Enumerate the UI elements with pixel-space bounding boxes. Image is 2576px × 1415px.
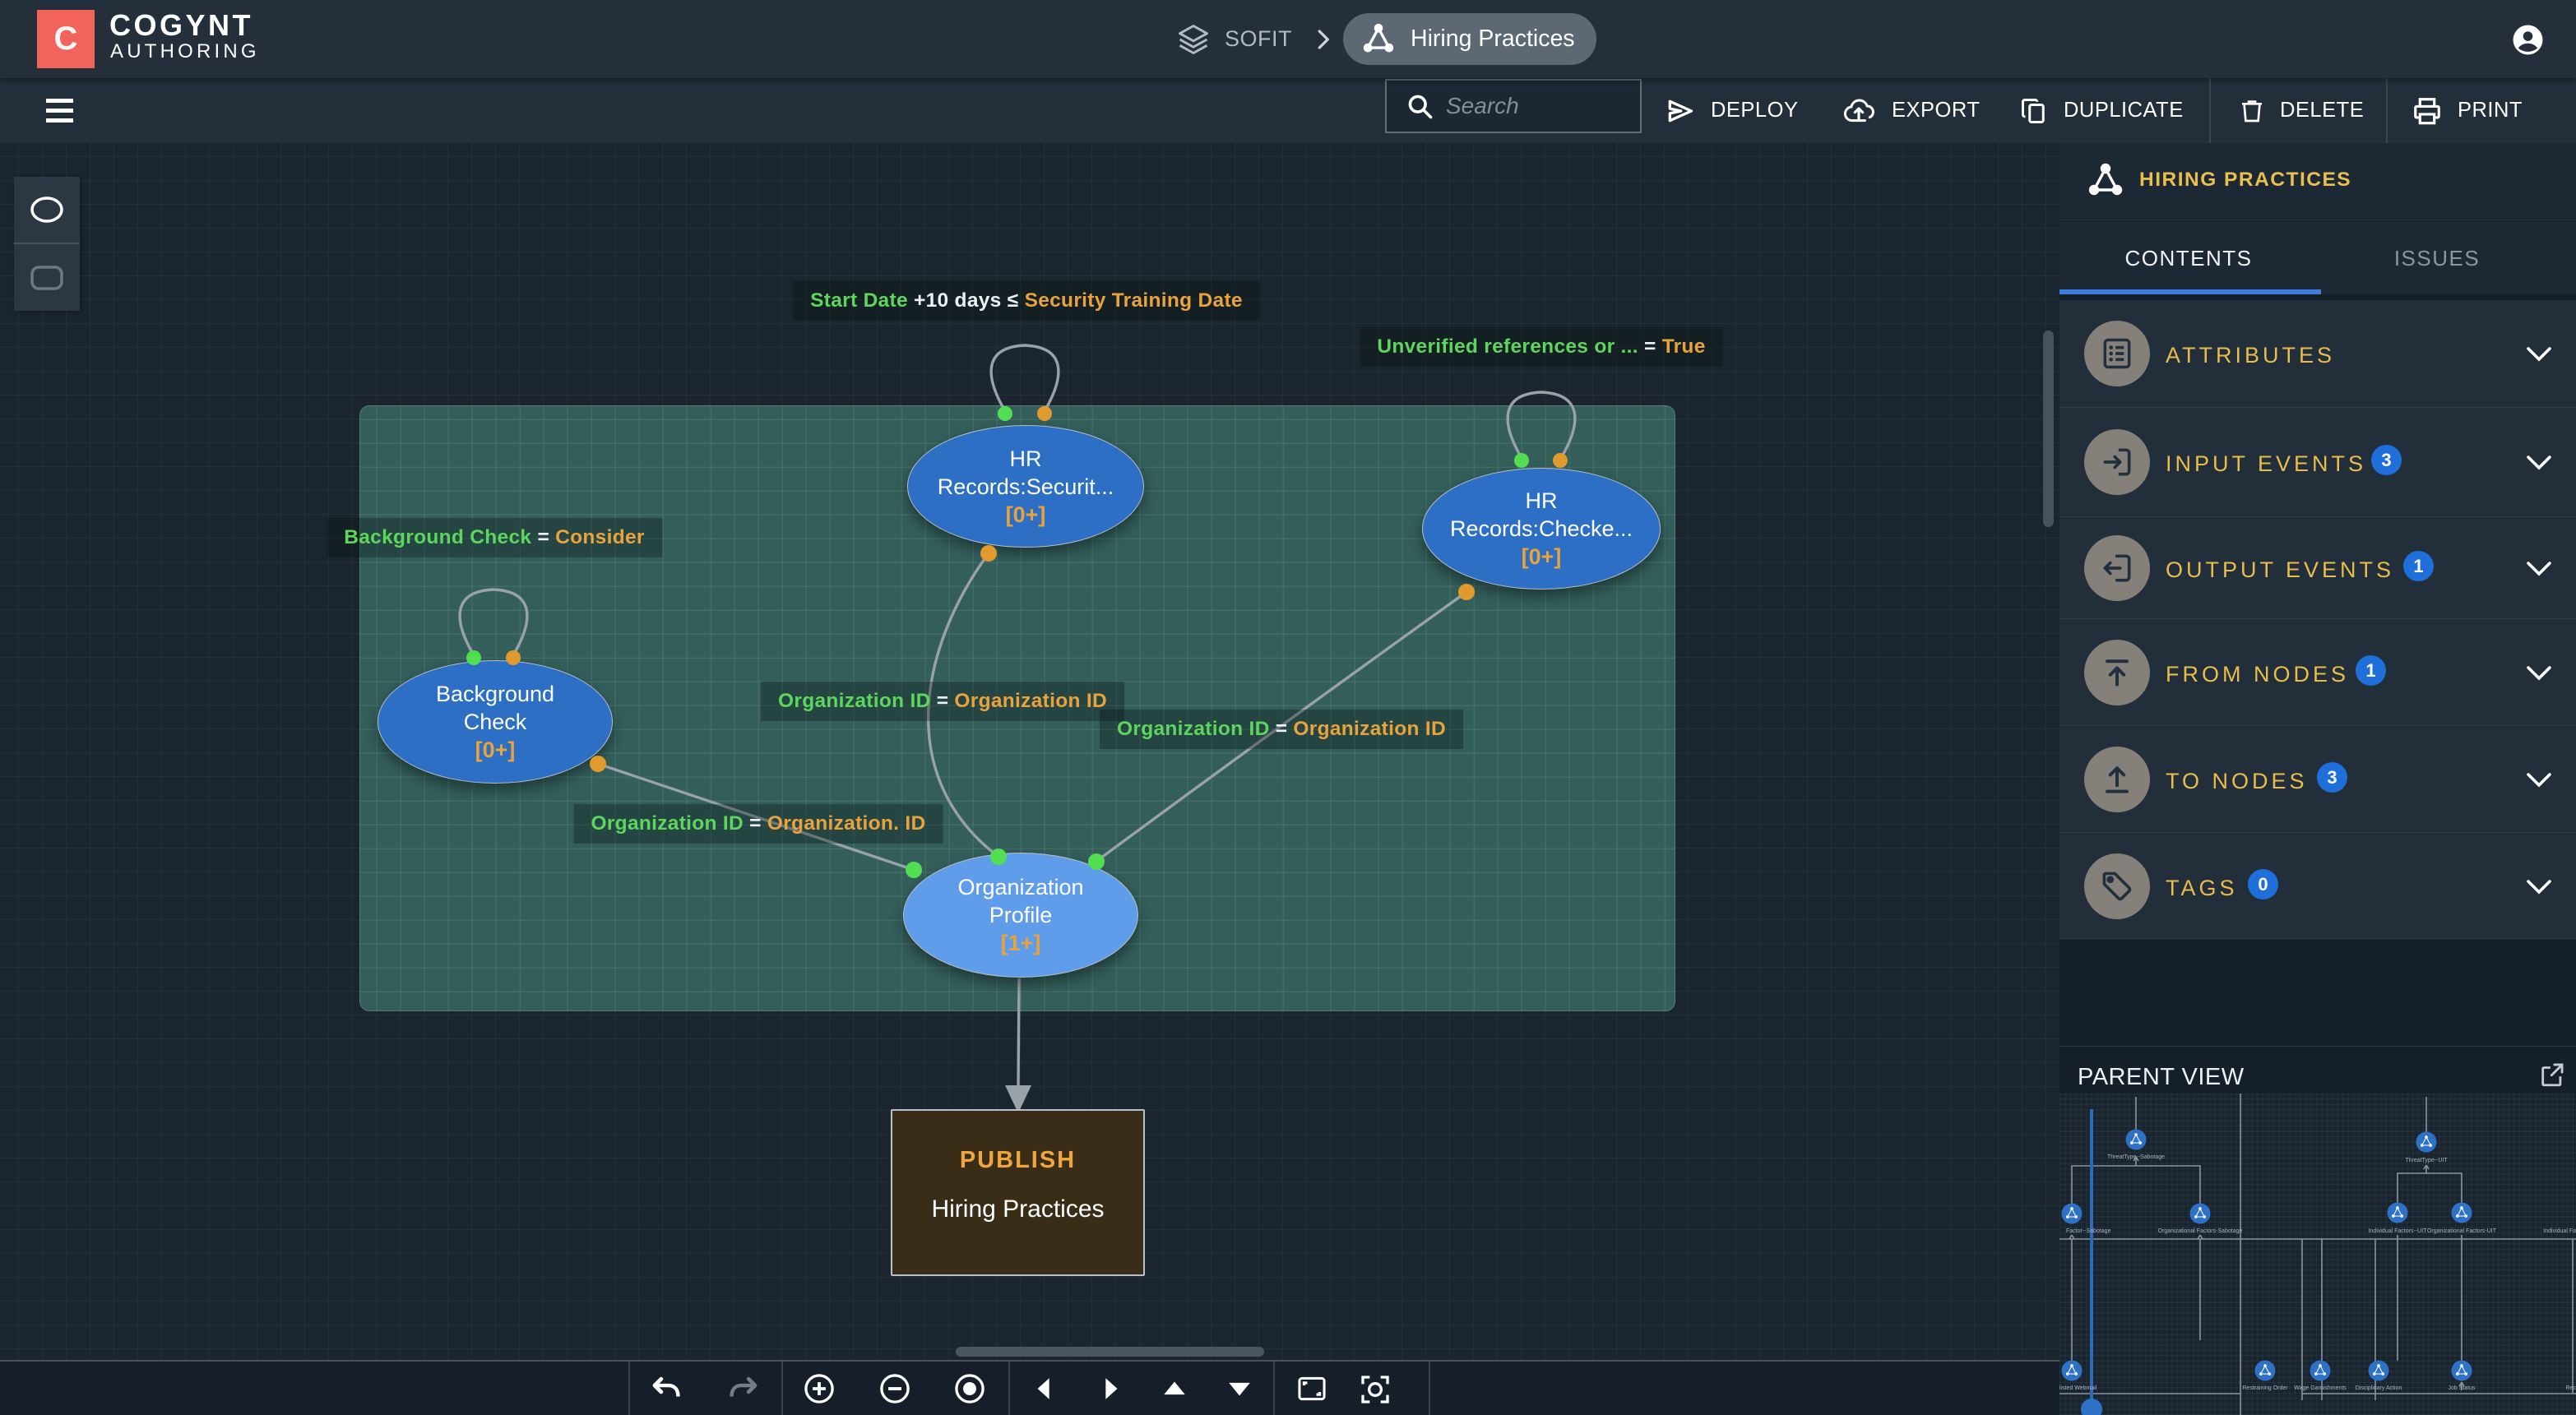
svg-text:Factor--Sabotage: Factor--Sabotage xyxy=(2066,1228,2111,1234)
svg-text:Job Status: Job Status xyxy=(2448,1385,2476,1391)
svg-text:Wage Garnishments: Wage Garnishments xyxy=(2294,1385,2347,1391)
svg-text:Disciplinary Action: Disciplinary Action xyxy=(2356,1385,2402,1391)
svg-text:Restraining Order: Restraining Order xyxy=(2242,1385,2288,1391)
svg-text:Organizational Factors-UIT: Organizational Factors-UIT xyxy=(2427,1228,2497,1234)
svg-text:Organizational Factors-Sabotag: Organizational Factors-Sabotage xyxy=(2158,1228,2243,1234)
svg-text:listed Webmail: listed Webmail xyxy=(2059,1385,2097,1391)
svg-text:Individual Factors--UIT: Individual Factors--UIT xyxy=(2369,1228,2428,1234)
svg-text:ThreatType--Sabotage: ThreatType--Sabotage xyxy=(2107,1154,2165,1160)
svg-text:Individual Fa: Individual Fa xyxy=(2543,1228,2576,1234)
svg-text:Rec: Rec xyxy=(2566,1385,2576,1391)
svg-text:ThreatType--UIT: ThreatType--UIT xyxy=(2405,1158,2448,1163)
